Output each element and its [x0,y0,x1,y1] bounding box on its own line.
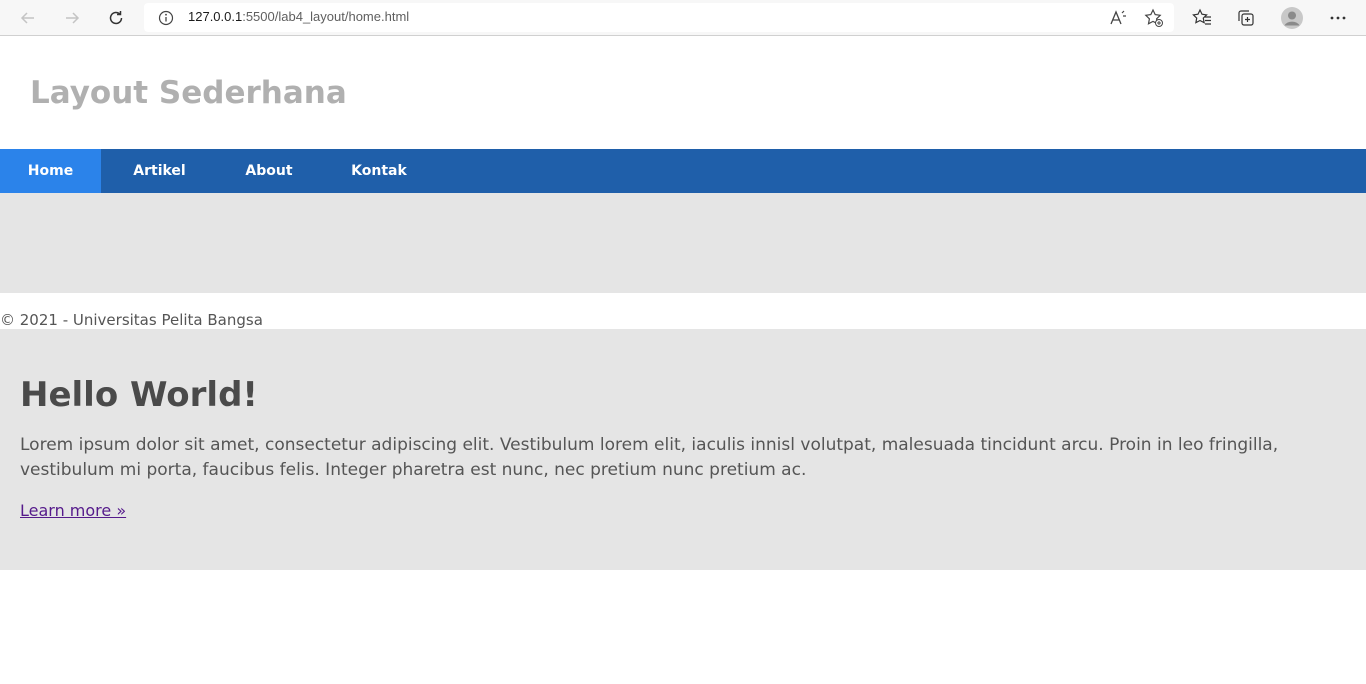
refresh-button[interactable] [103,5,129,31]
forward-button[interactable] [59,5,85,31]
hero-text: Lorem ipsum dolor sit amet, consectetur … [20,435,1279,480]
url-text: 127.0.0.1:5500/lab4_layout/home.html [188,9,409,24]
address-bar[interactable]: 127.0.0.1:5500/lab4_layout/home.html [144,3,1174,32]
footer-text: © 2021 - Universitas Pelita Bangsa [0,311,263,329]
read-aloud-button[interactable] [1108,8,1128,28]
info-icon [158,10,174,26]
profile-icon [1281,7,1303,29]
site-header: Layout Sederhana [0,37,1366,149]
url-host: 127.0.0.1 [188,9,243,24]
back-icon [20,12,34,24]
nav-item-artikel[interactable]: Artikel [101,149,218,193]
hero-title: Hello World! [20,375,258,415]
site-title: Layout Sederhana [30,75,347,111]
hero-section: Hello World! Lorem ipsum dolor sit amet,… [0,329,1366,570]
more-icon [1330,16,1346,20]
forward-icon [66,12,80,24]
profile-button[interactable] [1279,5,1305,31]
banner [0,193,1366,293]
collections-icon [1238,10,1254,26]
collections-button[interactable] [1233,5,1259,31]
favorites-icon [1192,8,1211,25]
read-aloud-icon [1110,10,1126,25]
refresh-icon [109,11,123,25]
add-favorite-button[interactable] [1144,8,1164,28]
nav-item-about[interactable]: About [218,149,320,193]
more-button[interactable] [1325,5,1351,31]
learn-more-link[interactable]: Learn more » [20,501,126,520]
page-content: Layout Sederhana Home Artikel About Kont… [0,37,1366,684]
url-path: :5500/lab4_layout/home.html [242,9,410,24]
add-favorite-icon [1144,8,1163,27]
nav-item-home[interactable]: Home [0,149,101,193]
back-button[interactable] [15,5,41,31]
browser-toolbar: 127.0.0.1:5500/lab4_layout/home.html [0,0,1366,36]
nav-item-kontak[interactable]: Kontak [320,149,438,193]
main-nav: Home Artikel About Kontak [0,149,1366,193]
favorites-button[interactable] [1189,5,1215,31]
